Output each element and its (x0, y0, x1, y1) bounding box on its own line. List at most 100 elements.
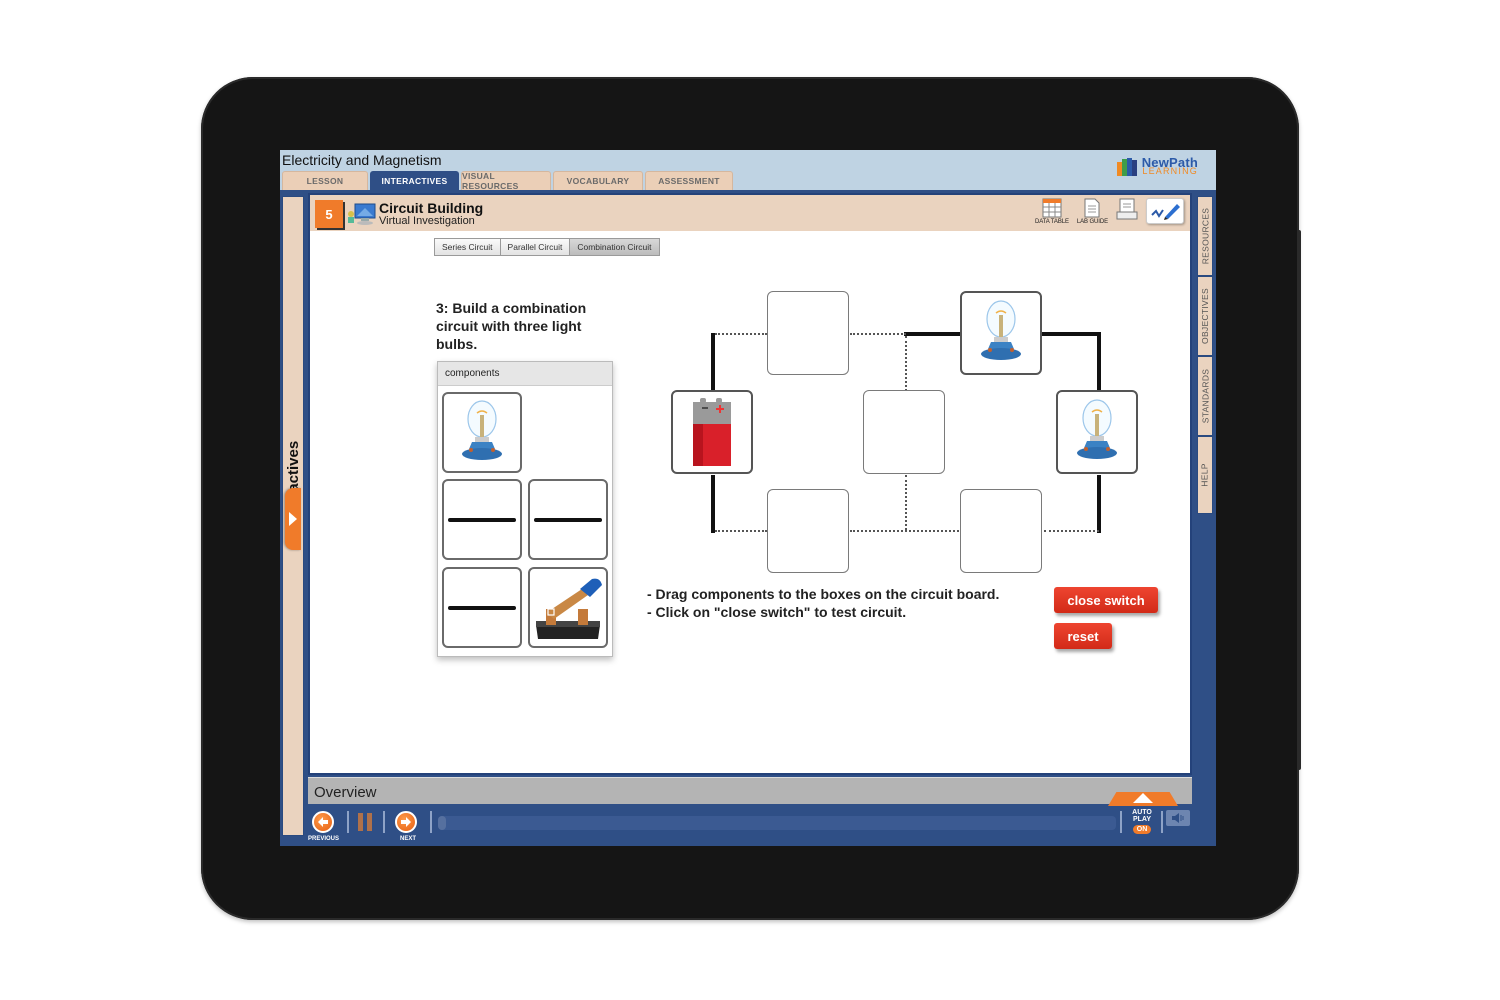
document-icon (1084, 198, 1100, 218)
board-slot-battery[interactable] (671, 390, 753, 474)
wire-segment (904, 332, 961, 336)
step-number-badge: 5 (315, 200, 343, 228)
empty-connection (905, 336, 907, 391)
side-tab-objectives[interactable]: OBJECTIVES (1197, 276, 1213, 356)
empty-connection (850, 530, 962, 532)
signature-pen-icon (1151, 204, 1180, 220)
direction-line: - Drag components to the boxes on the ci… (647, 586, 1000, 602)
tab-label: LESSON (306, 176, 344, 186)
tab-lesson[interactable]: LESSON (282, 171, 368, 190)
tab-assessment[interactable]: ASSESSMENT (645, 171, 733, 190)
progress-knob[interactable] (438, 816, 446, 830)
separator (430, 811, 432, 833)
wire-icon (448, 517, 516, 522)
empty-connection (905, 475, 907, 530)
tab-interactives[interactable]: INTERACTIVES (370, 171, 459, 190)
expand-overview-button[interactable] (1108, 792, 1178, 806)
app-screen: Electricity and Magnetism LESSON INTERAC… (280, 150, 1216, 846)
empty-connection (850, 333, 906, 335)
virtual-investigation-icon (347, 202, 377, 226)
light-bulb-icon (462, 399, 502, 460)
newpath-logo: NewPath LEARNING (1116, 156, 1198, 176)
wire-segment (711, 475, 715, 533)
component-wire[interactable] (442, 479, 522, 560)
side-tab-help[interactable]: HELP (1197, 436, 1213, 514)
wire-segment (1097, 475, 1101, 533)
activity-title: Circuit Building (379, 200, 484, 216)
wire-segment (1041, 332, 1101, 336)
activity-tools: DATA TABLE LAB GUIDE (1035, 198, 1184, 225)
wire-segment (1097, 332, 1101, 392)
print-button[interactable] (1116, 198, 1138, 222)
main-content: 5 Circuit Building Virtual Investigation (308, 193, 1192, 775)
playback-controls: PREVIOUS NEXT AUTO PLAY ON (308, 806, 1212, 846)
directions: - Drag components to the boxes on the ci… (647, 585, 999, 621)
separator (1161, 811, 1163, 833)
app-title: Electricity and Magnetism (282, 152, 442, 168)
wire-segment (711, 333, 715, 391)
board-slot-right[interactable] (1056, 390, 1138, 474)
arrow-right-icon (401, 817, 411, 827)
board-slot-center[interactable] (863, 390, 945, 474)
previous-button[interactable] (312, 811, 334, 833)
components-header: components (438, 362, 612, 386)
tab-label: VISUAL RESOURCES (462, 171, 519, 191)
side-tab-resources[interactable]: RESOURCES (1197, 196, 1213, 276)
main-tabs: LESSON INTERACTIVES VISUAL RESOURCES VOC… (282, 171, 733, 191)
overview-bar[interactable]: Overview (308, 777, 1192, 804)
printer-icon (1116, 198, 1138, 220)
volume-button[interactable] (1166, 810, 1190, 826)
overview-label: Overview (314, 784, 377, 801)
lab-guide-button[interactable]: LAB GUIDE (1077, 198, 1108, 225)
component-wire[interactable] (528, 479, 608, 560)
board-slot-bottom-left[interactable] (767, 489, 849, 573)
table-icon (1042, 198, 1062, 218)
book-logo-icon (1116, 158, 1139, 176)
close-switch-button[interactable]: close switch (1054, 587, 1158, 613)
next-label: NEXT (400, 836, 417, 842)
tool-label: DATA TABLE (1034, 219, 1069, 225)
expand-panel-button[interactable] (285, 488, 301, 550)
tab-label: VOCABULARY (566, 176, 630, 186)
pause-button[interactable] (358, 813, 372, 831)
board-slot-bottom-right[interactable] (960, 489, 1042, 573)
empty-connection (1044, 530, 1099, 532)
subtab-series-circuit[interactable]: Series Circuit (434, 238, 501, 256)
tool-label: LAB GUIDE (1076, 219, 1108, 225)
top-bar: Electricity and Magnetism LESSON INTERAC… (280, 150, 1216, 191)
subtab-parallel-circuit[interactable]: Parallel Circuit (499, 238, 571, 256)
next-button[interactable] (395, 811, 417, 833)
component-switch[interactable] (528, 567, 608, 648)
activity-subtitle: Virtual Investigation (379, 215, 475, 227)
tab-visual-resources[interactable]: VISUAL RESOURCES (461, 171, 551, 191)
side-tab-standards[interactable]: STANDARDS (1197, 356, 1213, 436)
component-wire[interactable] (442, 567, 522, 648)
separator (347, 811, 349, 833)
data-table-button[interactable]: DATA TABLE (1035, 198, 1069, 225)
signature-button[interactable] (1146, 198, 1184, 224)
circuit-board (666, 291, 1138, 575)
empty-connection (715, 333, 767, 335)
progress-track[interactable] (438, 816, 1116, 830)
light-bulb-icon (981, 300, 1021, 360)
logo-learning: LEARNING (1142, 166, 1198, 176)
circuit-type-tabs: Series Circuit Parallel Circuit Combinat… (434, 238, 660, 256)
speaker-icon (1172, 813, 1184, 823)
light-bulb-icon (1077, 399, 1117, 459)
board-slot-top-right[interactable] (960, 291, 1042, 375)
knife-switch-icon (536, 578, 602, 639)
wire-icon (534, 517, 602, 522)
tab-vocabulary[interactable]: VOCABULARY (553, 171, 643, 190)
side-tabs: RESOURCES OBJECTIVES STANDARDS HELP (1197, 196, 1213, 514)
autoplay-toggle[interactable]: AUTO PLAY ON (1126, 809, 1158, 834)
component-light-bulb[interactable] (442, 392, 522, 473)
reset-button[interactable]: reset (1054, 623, 1112, 649)
components-palette: components (437, 361, 613, 657)
board-slot-top-left[interactable] (767, 291, 849, 375)
tab-label: INTERACTIVES (381, 176, 448, 186)
tablet-side-button (1297, 230, 1301, 770)
previous-label: PREVIOUS (308, 836, 340, 842)
arrow-left-icon (318, 817, 328, 827)
separator (383, 811, 385, 833)
subtab-combination-circuit[interactable]: Combination Circuit (569, 238, 660, 256)
